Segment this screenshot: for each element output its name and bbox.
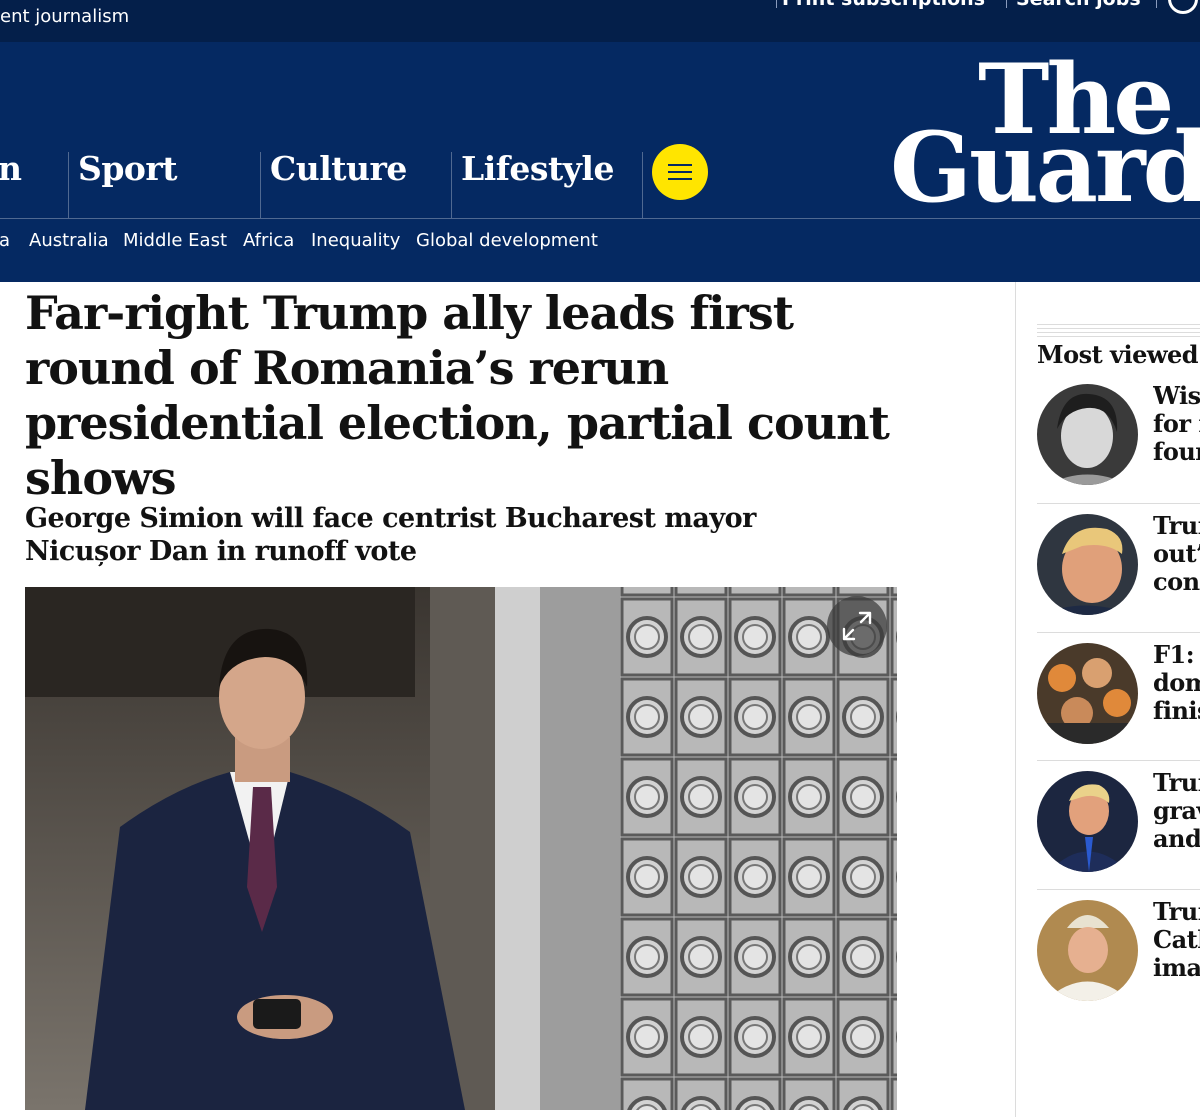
subnav-item-australia[interactable]: Australia	[29, 230, 109, 251]
most-viewed-item[interactable]: Trun grav and	[1037, 769, 1200, 891]
most-viewed-item[interactable]: Trun out’ cont	[1037, 512, 1200, 634]
hamburger-menu-icon[interactable]	[652, 144, 708, 200]
print-subscriptions-link[interactable]: Print subscriptions	[782, 0, 985, 10]
thumbnail-image	[1037, 771, 1138, 872]
most-viewed-divider	[1037, 632, 1200, 633]
subnav-item-global-development[interactable]: Global development	[416, 230, 598, 251]
pillar-label: Lifestyle	[461, 149, 614, 188]
subnav-item-inequality[interactable]: Inequality	[311, 230, 400, 251]
most-viewed-thumbnail	[1037, 643, 1138, 744]
thumbnail-image	[1037, 643, 1138, 744]
divider	[776, 0, 777, 8]
most-viewed-item[interactable]: Wisc for m foun	[1037, 382, 1200, 504]
most-viewed-thumbnail	[1037, 384, 1138, 485]
most-viewed-rule	[1037, 324, 1200, 325]
most-viewed-headline: Trun grav and	[1153, 769, 1200, 853]
account-icon[interactable]	[1168, 0, 1198, 14]
article-main-photo[interactable]	[25, 587, 897, 1110]
most-viewed-rule	[1037, 332, 1200, 333]
pillar-culture[interactable]: Culture	[260, 149, 452, 218]
most-viewed-rule	[1037, 336, 1200, 337]
subnav-item-middle-east[interactable]: Middle East	[123, 230, 227, 251]
divider	[1156, 0, 1157, 8]
most-viewed-thumbnail	[1037, 514, 1138, 615]
column-divider	[1015, 282, 1016, 1117]
thumbnail-image	[1037, 514, 1138, 615]
most-viewed-divider	[1037, 889, 1200, 890]
most-viewed-thumbnail	[1037, 771, 1138, 872]
most-viewed-rule	[1037, 328, 1200, 329]
pillar-label: n	[0, 149, 22, 188]
search-jobs-link[interactable]: Search jobs	[1016, 0, 1141, 10]
divider	[642, 152, 643, 218]
thumbnail-image	[1037, 900, 1138, 1001]
menu-bar	[668, 178, 692, 180]
divider	[1006, 0, 1007, 8]
most-viewed-headline: Wisc for m foun	[1153, 382, 1200, 466]
photo-illustration	[25, 587, 897, 1110]
most-viewed-headline: Trun Cath imag	[1153, 898, 1200, 982]
masthead-divider	[0, 218, 1200, 219]
most-viewed-headline: F1: P dom finis	[1153, 641, 1200, 725]
expand-arrows-glyph	[842, 611, 872, 641]
subnav-item-world[interactable]: ia	[0, 230, 10, 251]
most-viewed-divider	[1037, 503, 1200, 504]
pillar-news[interactable]: n	[0, 149, 69, 218]
menu-bar	[668, 171, 692, 173]
subnav-item-africa[interactable]: Africa	[243, 230, 294, 251]
support-tagline[interactable]: ent journalism	[0, 6, 129, 27]
most-viewed-item[interactable]: F1: P dom finis	[1037, 641, 1200, 763]
pillar-label: Culture	[270, 149, 407, 188]
most-viewed-title: Most viewed	[1037, 340, 1199, 369]
top-bar: ent journalism Print subscriptions Searc…	[0, 0, 1200, 42]
article-headline: Far-right Trump ally leads first round o…	[25, 286, 890, 505]
menu-bar	[668, 164, 692, 166]
most-viewed-headline: Trun out’ cont	[1153, 512, 1200, 596]
pillar-sport[interactable]: Sport	[68, 149, 261, 218]
masthead: n Sport Culture Lifestyle The Guardi ia …	[0, 42, 1200, 282]
most-viewed-divider	[1037, 760, 1200, 761]
most-viewed-item[interactable]: Trun Cath imag	[1037, 898, 1200, 1020]
pillar-label: Sport	[78, 149, 178, 188]
pillar-lifestyle[interactable]: Lifestyle	[451, 149, 643, 218]
logo-line-2: Guardi	[890, 111, 1200, 224]
expand-arrows-icon[interactable]	[827, 596, 887, 656]
article-standfirst: George Simion will face centrist Buchare…	[25, 503, 756, 567]
thumbnail-image	[1037, 384, 1138, 485]
most-viewed-thumbnail	[1037, 900, 1138, 1001]
